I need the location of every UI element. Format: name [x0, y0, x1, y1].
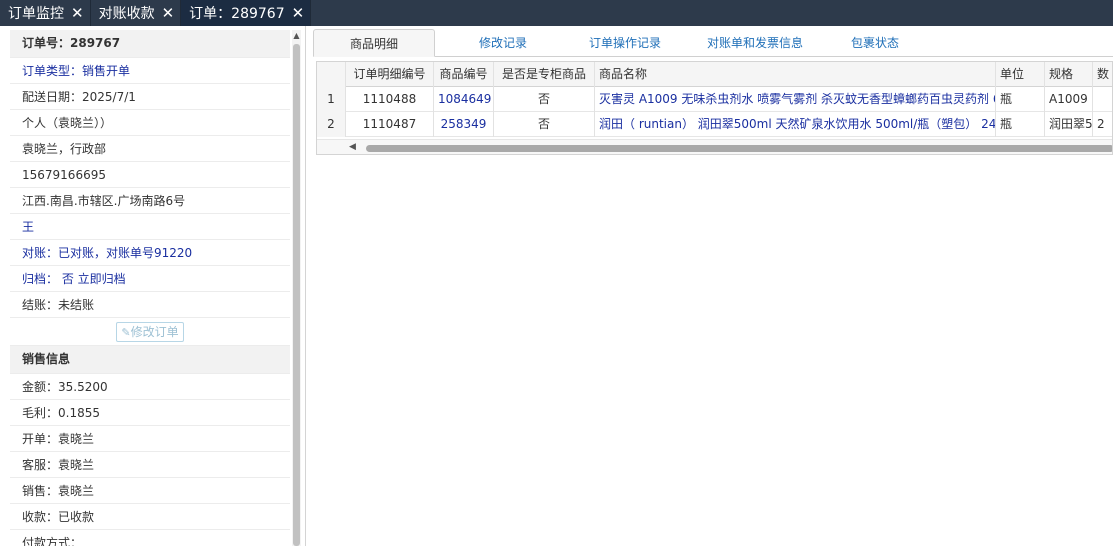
- tab-order-detail[interactable]: 订单：289767 ✕: [181, 0, 312, 26]
- sales-profit: 毛利：0.1855: [10, 400, 290, 426]
- header-product-id[interactable]: 商品编号: [434, 62, 494, 87]
- header-qty[interactable]: 数: [1093, 62, 1112, 87]
- tab-product-details[interactable]: 商品明细: [313, 29, 435, 57]
- customer-name: 个人（袁晓兰））: [10, 110, 290, 136]
- header-product-name[interactable]: 商品名称: [595, 62, 996, 87]
- product-id-link[interactable]: 1084649: [434, 87, 494, 112]
- detail-id: 1110488: [346, 87, 434, 112]
- sales-amount: 金额：35.5200: [10, 374, 290, 400]
- sales-info-heading: 销售信息: [10, 346, 290, 374]
- delivery-address: 江西.南昌.市辖区.广场南路6号: [10, 188, 290, 214]
- product-grid: 订单明细编号 商品编号 是否是专柜商品 商品名称 单位 规格 数 1 11104…: [316, 61, 1113, 155]
- order-number-heading: 订单号：289767: [10, 30, 290, 58]
- sales-seller: 销售：袁晓兰: [10, 478, 290, 504]
- left-scrollbar[interactable]: ▲: [292, 30, 301, 546]
- unit: 瓶: [996, 87, 1045, 112]
- tab-label: 对账收款: [98, 6, 155, 22]
- detail-id: 1110487: [346, 112, 434, 137]
- handler-name: 王: [10, 214, 290, 240]
- header-cabinet[interactable]: 是否是专柜商品: [494, 62, 595, 87]
- qty: 2: [1093, 112, 1112, 137]
- archive-status[interactable]: 归档： 否 立即归档: [10, 266, 290, 292]
- scroll-thumb[interactable]: [293, 44, 300, 546]
- tab-operation-records[interactable]: 订单操作记录: [565, 29, 685, 57]
- tab-label: 订单监控: [8, 6, 64, 22]
- detail-tabs: 商品明细 修改记录 订单操作记录 对账单和发票信息 包裹状态: [313, 29, 1113, 57]
- qty: [1093, 87, 1112, 112]
- product-name-link[interactable]: 润田（ runtian） 润田翠500ml 天然矿泉水饮用水 500ml/瓶（塑…: [595, 112, 996, 137]
- payment-status: 收款：已收款: [10, 504, 290, 530]
- sales-issuer: 开单：袁晓兰: [10, 426, 290, 452]
- close-icon[interactable]: ✕: [71, 5, 84, 21]
- row-number: 2: [317, 112, 346, 137]
- settle-status: 结账：未结账: [10, 292, 290, 318]
- tab-label: 订单：289767: [189, 6, 285, 22]
- delivery-date: 配送日期：2025/7/1: [10, 84, 290, 110]
- scroll-left-icon[interactable]: ◀: [349, 142, 356, 152]
- header-detail-id[interactable]: 订单明细编号: [346, 62, 434, 87]
- reconcile-status[interactable]: 对账：已对账，对账单号91220: [10, 240, 290, 266]
- cabinet-flag: 否: [494, 112, 595, 137]
- table-row[interactable]: 2 1110487 258349 否 润田（ runtian） 润田翠500ml…: [317, 112, 1112, 137]
- tab-invoice-info[interactable]: 对账单和发票信息: [685, 29, 825, 57]
- payment-method: 付款方式：: [10, 530, 290, 546]
- header-rownum: [317, 62, 346, 87]
- edit-order-button[interactable]: ✎修改订单: [116, 322, 184, 342]
- horizontal-scrollbar[interactable]: ◀: [317, 139, 1112, 154]
- product-id-link[interactable]: 258349: [434, 112, 494, 137]
- sales-service: 客服：袁晓兰: [10, 452, 290, 478]
- detail-area: 商品明细 修改记录 订单操作记录 对账单和发票信息 包裹状态 订单明细编号 商品…: [308, 26, 1113, 546]
- cabinet-flag: 否: [494, 87, 595, 112]
- close-icon[interactable]: ✕: [292, 5, 305, 21]
- scroll-up-icon[interactable]: ▲: [292, 30, 301, 42]
- order-info-panel: 订单号：289767 订单类型：销售开单 配送日期：2025/7/1 个人（袁晓…: [0, 26, 306, 546]
- contact-info: 袁晓兰，行政部: [10, 136, 290, 162]
- spec: A1009: [1045, 87, 1093, 112]
- top-tab-bar: 订单监控 ✕ 对账收款 ✕ 订单：289767 ✕: [0, 0, 1113, 26]
- tab-modify-records[interactable]: 修改记录: [443, 29, 563, 57]
- grid-header: 订单明细编号 商品编号 是否是专柜商品 商品名称 单位 规格 数: [317, 62, 1112, 87]
- edit-icon: ✎: [121, 326, 131, 339]
- unit: 瓶: [996, 112, 1045, 137]
- edit-order-row: ✎修改订单: [10, 318, 290, 346]
- table-row[interactable]: 1 1110488 1084649 否 灭害灵 A1009 无味杀虫剂水 喷雾气…: [317, 87, 1112, 112]
- spec: 润田翠50: [1045, 112, 1093, 137]
- header-spec[interactable]: 规格: [1045, 62, 1093, 87]
- tab-order-monitor[interactable]: 订单监控 ✕: [0, 0, 91, 26]
- hscroll-thumb[interactable]: [366, 145, 1112, 152]
- product-name-link[interactable]: 灭害灵 A1009 无味杀虫剂水 喷雾气雾剂 杀灭蚊无香型蟑螂药百虫灵药剂 6: [595, 87, 996, 112]
- order-type: 订单类型：销售开单: [10, 58, 290, 84]
- tab-reconcile-collection[interactable]: 对账收款 ✕: [91, 0, 182, 26]
- phone-number: 15679166695: [10, 162, 290, 188]
- row-number: 1: [317, 87, 346, 112]
- order-info-list: 订单号：289767 订单类型：销售开单 配送日期：2025/7/1 个人（袁晓…: [10, 30, 290, 546]
- close-icon[interactable]: ✕: [162, 5, 175, 21]
- header-unit[interactable]: 单位: [996, 62, 1045, 87]
- edit-order-label: 修改订单: [130, 325, 179, 339]
- tab-package-status[interactable]: 包裹状态: [825, 29, 925, 57]
